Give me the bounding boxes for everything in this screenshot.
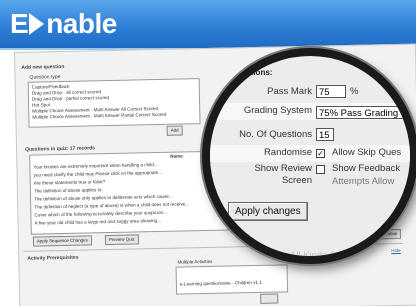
promo-image: E nable Add new question Question type C… xyxy=(0,0,416,306)
logo-text: nable xyxy=(46,8,117,39)
num-questions-label: No. Of Questions xyxy=(239,129,312,140)
apply-sequence-button[interactable]: Apply Sequence Changes xyxy=(32,235,92,247)
add-question-title: Add new question xyxy=(21,63,65,71)
percent-unit: % xyxy=(350,86,359,97)
pass-mark-input[interactable]: 75 xyxy=(316,85,346,98)
magnifier-lens: Quiz Options: Pass Mark 75 % Grading Sys… xyxy=(202,48,416,264)
header-banner: E nable xyxy=(0,0,416,48)
quiz-options-title: Quiz Options: xyxy=(220,68,273,77)
pass-mark-label: Pass Mark xyxy=(267,86,312,97)
list-item[interactable]: Hot Spot xyxy=(32,102,50,107)
question-type-list[interactable]: Capture/Feedback Drag and Drop - all cor… xyxy=(27,78,201,128)
show-review-checkbox[interactable] xyxy=(316,165,325,174)
logo-letter: E xyxy=(10,8,29,39)
list-item[interactable]: Capture/Feedback xyxy=(32,84,70,90)
table-row[interactable]: Your bruises are extremely important whe… xyxy=(33,162,157,170)
play-arrow-icon xyxy=(29,13,45,35)
questions-title: Questions in quiz: 17 records xyxy=(24,145,96,153)
grading-system-label: Grading System xyxy=(243,105,312,116)
table-row[interactable]: The definition of abuse applies to: xyxy=(34,187,103,193)
table-row[interactable]: Are these statements true or false? xyxy=(34,179,106,185)
allow-skip-label: Allow Skip Ques xyxy=(332,147,402,158)
enable-logo: E nable xyxy=(10,7,117,41)
question-type-label: Question type xyxy=(29,74,61,81)
add-button[interactable]: Add xyxy=(166,125,183,136)
table-row[interactable]: you need clarify the child may Please cl… xyxy=(34,170,163,178)
preview-quiz-button[interactable]: Preview Quiz xyxy=(104,234,139,246)
table-row[interactable]: The definition of abuse only applies to … xyxy=(34,194,173,202)
num-questions-input[interactable]: 15 xyxy=(316,128,334,141)
table-row[interactable]: The definition of neglect (a type of abu… xyxy=(34,201,189,209)
randomise-checkbox[interactable]: ✓ xyxy=(316,149,325,158)
add-prereq-button[interactable] xyxy=(260,293,279,304)
activity-title: Activity Prerequisites xyxy=(27,254,79,262)
randomise-label: Randomise xyxy=(263,147,312,158)
name-column-header: Name xyxy=(170,153,183,159)
prereq-list[interactable]: e-Learning questionnaire - Children v1.1 xyxy=(175,264,289,295)
grading-system-select[interactable]: 75% Pass Grading xyxy=(316,106,410,119)
prereq-label: Multiple Activities xyxy=(177,258,213,265)
table-row[interactable]: A five year old child has a large red an… xyxy=(35,218,161,226)
apply-changes-button[interactable]: Apply changes xyxy=(228,202,308,221)
show-review-label-2: Screen xyxy=(281,175,312,186)
faded-text: All Kinds Of xyxy=(290,250,340,261)
table-row[interactable]: Cover which of the following accurately … xyxy=(34,210,167,218)
attempts-allowed-label: Attempts Allow xyxy=(332,176,395,187)
list-item[interactable]: Drag and Drop - partial correct scored xyxy=(32,95,109,102)
show-feedback-label: Show Feedback xyxy=(332,163,401,174)
list-item[interactable]: e-Learning questionnaire - Children v1.1 xyxy=(180,280,262,287)
show-review-label: Show Review xyxy=(254,163,312,174)
quiz-options-panel: Quiz Options: Pass Mark 75 % Grading Sys… xyxy=(210,56,410,261)
